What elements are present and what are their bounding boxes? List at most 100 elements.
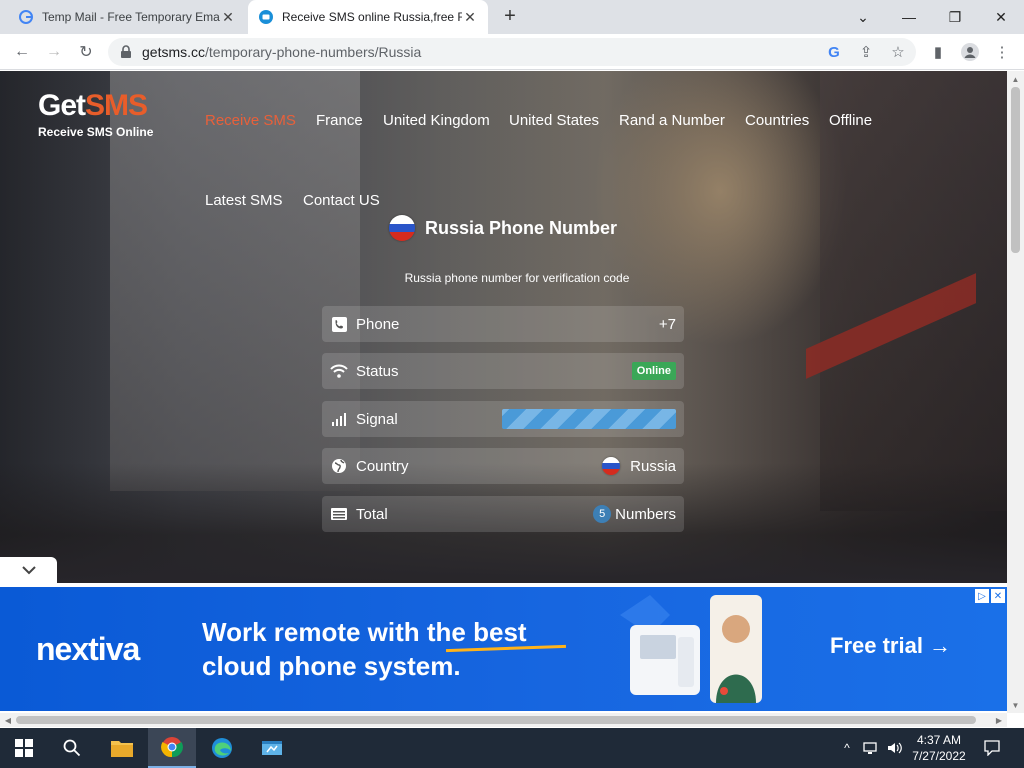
profile-icon[interactable]: [960, 42, 980, 62]
nav-receive-sms[interactable]: Receive SMS: [205, 112, 296, 129]
tab-strip: Temp Mail - Free Temporary Ema ✕ Receive…: [0, 0, 1024, 34]
vertical-scrollbar[interactable]: ▲ ▼: [1007, 71, 1024, 713]
nav-countries[interactable]: Countries: [745, 112, 809, 129]
nav-rand-a-number[interactable]: Rand a Number: [619, 112, 725, 129]
signal-bars-icon: [330, 410, 348, 428]
chevron-up-icon[interactable]: ^: [836, 728, 858, 768]
scroll-thumb[interactable]: [16, 716, 976, 724]
ad-banner[interactable]: nextiva Work remote with the best cloud …: [0, 587, 1007, 711]
building-right: [820, 71, 1007, 511]
ad-brand-text: nextiva: [36, 631, 140, 667]
country-label: Country: [356, 457, 409, 475]
file-explorer-icon[interactable]: [98, 728, 146, 768]
network-icon[interactable]: [860, 728, 882, 768]
nav-united-states[interactable]: United States: [509, 112, 599, 129]
collapse-ad-button[interactable]: [0, 557, 57, 583]
nav-france[interactable]: France: [316, 112, 363, 129]
reload-icon[interactable]: ↻: [74, 40, 98, 64]
nav-united-kingdom[interactable]: United Kingdom: [383, 112, 490, 129]
restore-button[interactable]: ❐: [932, 0, 978, 34]
phone-value: +7: [658, 315, 676, 333]
nav-latest-sms[interactable]: Latest SMS: [205, 192, 283, 209]
ad-headline-line1: Work remote with the best: [202, 617, 527, 647]
volume-icon[interactable]: [884, 728, 906, 768]
ad-choices[interactable]: ▷ ✕: [975, 589, 1005, 603]
desk-phone-image: [620, 595, 762, 703]
total-count-badge: 5: [593, 505, 612, 523]
list-icon: [330, 505, 348, 523]
russia-flag-icon: [389, 215, 415, 241]
phone-label: Phone: [356, 315, 400, 333]
edge-icon[interactable]: [198, 728, 246, 768]
windows-taskbar: ^ 4:37 AM 7/27/2022: [0, 728, 1024, 768]
lock-icon: [120, 45, 134, 59]
new-tab-button[interactable]: +: [498, 5, 522, 29]
chevron-down-icon: [21, 566, 36, 575]
nav-offline[interactable]: Offline: [829, 112, 872, 129]
back-icon[interactable]: ←: [10, 40, 34, 64]
signal-progress-bar: [502, 409, 676, 429]
phone-row: Phone +7: [322, 306, 684, 342]
scroll-thumb[interactable]: [1011, 87, 1020, 253]
url-path: /temporary-phone-numbers/Russia: [205, 44, 422, 60]
status-row: Status Online: [322, 353, 684, 389]
tab-temp-mail[interactable]: Temp Mail - Free Temporary Ema ✕: [8, 0, 246, 34]
page-viewport: GetSMS Receive SMS Online Receive SMS Fr…: [0, 71, 1007, 713]
google-icon: [18, 9, 34, 25]
app-window-icon[interactable]: [248, 728, 296, 768]
country-row: Country Russia: [322, 448, 684, 484]
forward-icon[interactable]: →: [42, 40, 66, 64]
scroll-right-icon[interactable]: ▶: [991, 713, 1007, 727]
tab-getsms[interactable]: Receive SMS online Russia,free R ✕: [248, 0, 488, 34]
tab-title: Temp Mail - Free Temporary Ema: [42, 10, 220, 24]
chrome-icon[interactable]: [148, 728, 196, 768]
chat-bubble-icon: [258, 9, 274, 25]
phone-icon: [330, 315, 348, 333]
wifi-icon: [330, 362, 348, 380]
page-heading: Russia Phone Number: [425, 217, 618, 238]
logo-get: Get: [38, 89, 86, 122]
total-unit: Numbers: [615, 505, 676, 523]
ad-info-icon[interactable]: ▷: [975, 589, 989, 603]
horizontal-scrollbar[interactable]: ◀ ▶: [0, 713, 1007, 727]
signal-progress-fill: [502, 409, 676, 429]
ad-brand: nextiva: [36, 631, 140, 668]
search-icon[interactable]: [48, 728, 96, 768]
globe-icon: [330, 457, 348, 475]
scroll-left-icon[interactable]: ◀: [0, 713, 16, 727]
page-subtitle: Russia phone number for verification cod…: [404, 271, 630, 285]
star-icon[interactable]: ☆: [888, 42, 908, 62]
signal-row: Signal: [322, 401, 684, 437]
page-title: Russia Phone Number: [389, 215, 617, 241]
ad-close-icon[interactable]: ✕: [991, 589, 1005, 603]
clock-time: 4:37 AM: [916, 733, 962, 747]
scroll-down-icon[interactable]: ▼: [1007, 697, 1024, 713]
status-badge: Online: [631, 362, 676, 380]
system-clock[interactable]: 4:37 AM 7/27/2022: [904, 732, 974, 764]
side-panel-icon[interactable]: ▮: [928, 42, 948, 62]
russia-flag-icon: [602, 457, 621, 475]
menu-kebab-icon[interactable]: ⋮: [992, 42, 1012, 62]
site-logo[interactable]: GetSMS Receive SMS Online: [38, 89, 153, 139]
close-icon[interactable]: ✕: [462, 9, 478, 26]
tab-title: Receive SMS online Russia,free R: [282, 10, 462, 24]
address-bar[interactable]: getsms.cc/temporary-phone-numbers/Russia: [108, 38, 916, 66]
ad-headline-line2: cloud phone system.: [202, 651, 461, 681]
signal-label: Signal: [356, 410, 398, 428]
ad-cta-button[interactable]: Free trial →: [830, 633, 951, 659]
nav-contact-us[interactable]: Contact US: [303, 192, 380, 209]
windows-start-icon[interactable]: [0, 728, 48, 768]
logo-sms: SMS: [85, 89, 148, 122]
total-label: Total: [356, 505, 388, 523]
tab-search-icon[interactable]: ⌄: [840, 0, 886, 34]
minimize-button[interactable]: —: [886, 0, 932, 34]
notification-icon[interactable]: [982, 728, 1002, 768]
url-host: getsms.cc: [142, 44, 206, 60]
close-icon[interactable]: ✕: [220, 9, 236, 26]
close-window-button[interactable]: ✕: [978, 0, 1024, 34]
google-translate-icon[interactable]: G: [824, 42, 844, 62]
scroll-up-icon[interactable]: ▲: [1007, 71, 1024, 87]
status-label: Status: [356, 362, 399, 380]
url-text: getsms.cc/temporary-phone-numbers/Russia: [142, 44, 421, 60]
share-icon[interactable]: ⇪: [856, 42, 876, 62]
